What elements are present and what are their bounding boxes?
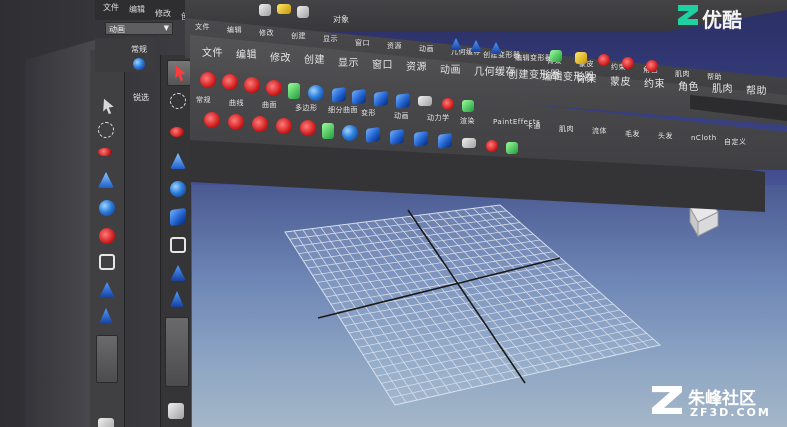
zf3d-subtitle: ZF3D.COM [690, 406, 771, 419]
shelf-tab-1[interactable]: 曲线 [229, 98, 244, 108]
left-toolbar-far [25, 40, 95, 427]
pyramid-small-icon[interactable] [170, 291, 184, 307]
scale-tool-icon[interactable] [99, 228, 115, 244]
youku-text: 优酷 [702, 8, 742, 32]
show-manip-icon[interactable] [99, 308, 113, 324]
soft-mod-icon[interactable] [99, 282, 115, 298]
youku-logo-icon [678, 5, 698, 25]
open-scene-icon[interactable] [277, 4, 291, 14]
bezier-curve-icon[interactable] [244, 77, 260, 93]
mid-menu-item-0[interactable]: 文件 [195, 22, 210, 32]
shelf2-cube-icon[interactable] [366, 127, 380, 143]
main-menu-item-3[interactable]: 创建 [304, 51, 325, 66]
pyramid-icon[interactable] [170, 265, 186, 281]
shelf2-revolve-icon[interactable] [486, 140, 498, 152]
far-menu-file[interactable]: 文件 [103, 2, 119, 13]
left-toolbar [90, 50, 125, 427]
main-menu-item-2[interactable]: 修改 [270, 49, 291, 64]
sphere-icon[interactable] [170, 181, 186, 197]
cube-icon[interactable] [170, 207, 186, 227]
shelf-tab-0[interactable]: 常规 [196, 95, 211, 105]
tab-general[interactable]: 常规 [131, 44, 147, 55]
shelf2-plane-icon[interactable] [438, 133, 452, 149]
select-button[interactable] [167, 60, 191, 86]
new-scene-icon[interactable] [259, 4, 271, 16]
shelf2-loft-icon[interactable] [506, 142, 518, 154]
shelf2-torus-icon[interactable] [462, 138, 476, 148]
zf3d-watermark: 朱峰社区 ZF3D.COM [650, 382, 787, 424]
main-menu-item-5[interactable]: 窗口 [372, 56, 393, 71]
manipulator-icon[interactable] [99, 254, 115, 270]
empty-tool-slot[interactable] [96, 335, 118, 383]
main-menu-item-0[interactable]: 文件 [202, 44, 223, 59]
mode-dropdown[interactable]: 动画 ▼ [105, 22, 173, 35]
paint-select-icon[interactable] [98, 148, 112, 156]
shelf2-curve-2-icon[interactable] [228, 114, 244, 130]
shelf2-curve-5-icon[interactable] [300, 120, 316, 136]
main-menu-item-4[interactable]: 显示 [338, 54, 359, 69]
mode-dropdown-value: 动画 [109, 25, 125, 34]
view-layout-icon[interactable] [168, 403, 184, 419]
chevron-down-icon: ▼ [163, 24, 169, 32]
youku-watermark: 优酷 [676, 2, 784, 32]
shelf-tab-2[interactable]: 曲面 [262, 100, 277, 110]
lasso-icon[interactable] [170, 93, 186, 109]
lattice-icon[interactable] [170, 237, 186, 253]
shelf2-cone-icon[interactable] [414, 131, 428, 147]
select-tool-icon[interactable] [103, 98, 114, 114]
left-toolbar-inner [160, 55, 192, 427]
paint-icon[interactable] [170, 127, 184, 137]
shelf-gear-icon[interactable] [133, 58, 145, 70]
mid-menu-item-2[interactable]: 修改 [259, 28, 274, 38]
ep-curve-icon[interactable] [222, 74, 238, 90]
save-scene-icon[interactable] [297, 6, 309, 18]
shelf2-curve-4-icon[interactable] [276, 118, 292, 134]
tab-sharp[interactable]: 锐选 [133, 92, 149, 103]
mid-menu-item-1[interactable]: 编辑 [227, 25, 242, 35]
tool-slot-empty[interactable] [165, 317, 189, 387]
shelf2-text-icon[interactable] [322, 123, 334, 139]
far-menu-modify[interactable]: 修改 [155, 8, 171, 19]
lasso-tool-icon[interactable] [98, 122, 114, 138]
shelf2-sphere-icon[interactable] [342, 125, 358, 141]
cone-icon[interactable] [170, 153, 186, 169]
zf3d-logo-icon [652, 386, 682, 414]
shelf2-cylinder-icon[interactable] [390, 129, 404, 145]
shelf2-curve-1-icon[interactable] [204, 112, 220, 128]
single-view-icon[interactable] [98, 418, 114, 427]
move-tool-icon[interactable] [98, 172, 114, 188]
far-menu-edit[interactable]: 编辑 [129, 4, 145, 15]
select-arrow-icon [175, 65, 186, 81]
rotate-tool-icon[interactable] [99, 200, 115, 216]
main-menu-item-1[interactable]: 编辑 [236, 46, 257, 61]
left-tab-strip: 常规 [95, 38, 155, 72]
shelf2-curve-3-icon[interactable] [252, 116, 268, 132]
pencil-curve-icon[interactable] [266, 80, 282, 96]
nurbs-curve-icon[interactable] [200, 72, 216, 88]
